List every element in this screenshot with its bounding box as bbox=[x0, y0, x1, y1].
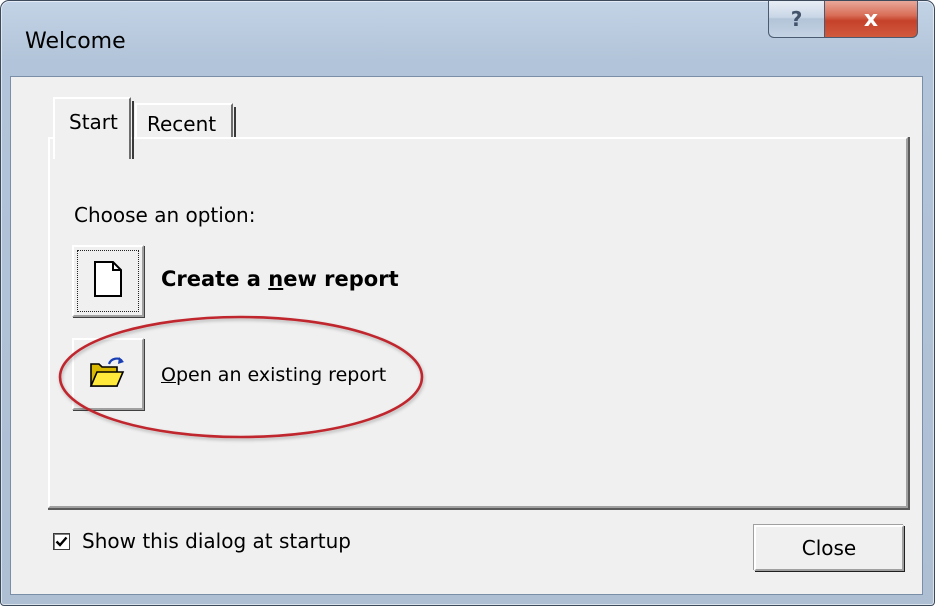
close-button[interactable]: Close bbox=[754, 525, 904, 571]
checkbox-box[interactable] bbox=[53, 532, 70, 550]
window-title: Welcome bbox=[25, 29, 126, 54]
window-close-button[interactable]: x bbox=[824, 1, 918, 38]
choose-option-label: Choose an option: bbox=[74, 203, 256, 227]
tab-recent[interactable]: Recent bbox=[135, 103, 236, 137]
tab-recent-label: Recent bbox=[147, 112, 217, 136]
tab-start[interactable]: Start bbox=[53, 97, 134, 159]
show-at-startup-label: Show this dialog at startup bbox=[82, 529, 351, 553]
start-tab-panel: Choose an option: Create a new report Op… bbox=[48, 137, 910, 510]
open-existing-report-button[interactable] bbox=[72, 338, 144, 410]
create-new-report-button[interactable] bbox=[72, 245, 144, 317]
show-at-startup-checkbox[interactable]: Show this dialog at startup bbox=[53, 529, 351, 553]
new-document-icon bbox=[93, 260, 123, 302]
close-icon: x bbox=[863, 6, 879, 32]
help-button[interactable]: ? bbox=[768, 1, 824, 38]
welcome-dialog: Welcome ? x Start Recent Choose an optio… bbox=[0, 0, 935, 606]
help-icon: ? bbox=[790, 7, 803, 31]
create-new-report-label[interactable]: Create a new report bbox=[161, 267, 399, 291]
caption-buttons: ? x bbox=[768, 1, 918, 38]
open-folder-icon bbox=[89, 355, 127, 394]
tab-start-label: Start bbox=[69, 110, 118, 134]
open-existing-report-label[interactable]: Open an existing report bbox=[161, 364, 386, 386]
checkmark-icon bbox=[55, 536, 68, 547]
dialog-client-area: Start Recent Choose an option: Create a … bbox=[10, 76, 923, 595]
title-bar[interactable]: Welcome ? x bbox=[1, 1, 934, 76]
